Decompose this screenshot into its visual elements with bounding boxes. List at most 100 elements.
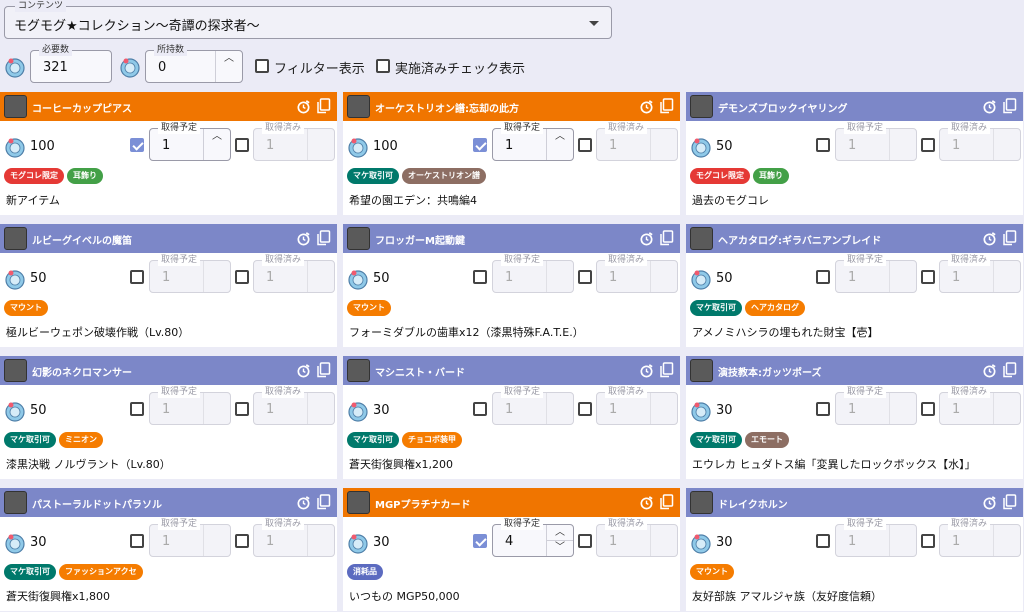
stepper-down-icon[interactable]: [890, 144, 916, 159]
timer-icon[interactable]: [982, 99, 997, 114]
stepper-up-icon[interactable]: [890, 129, 916, 144]
stepper-up-icon[interactable]: ︿: [547, 129, 573, 144]
timer-icon[interactable]: [639, 495, 654, 510]
stepper-up-icon[interactable]: [204, 393, 230, 408]
item-source: フォーミダブルの歯車x12（漆黒特殊F.A.T.E.）: [349, 326, 584, 339]
timer-icon[interactable]: [639, 99, 654, 114]
stepper-down-icon[interactable]: [547, 408, 573, 423]
copy-icon[interactable]: [316, 494, 331, 510]
copy-icon[interactable]: [659, 230, 674, 246]
done-checkbox[interactable]: [235, 534, 249, 548]
planned-checkbox[interactable]: [816, 534, 830, 548]
copy-icon[interactable]: [316, 362, 331, 378]
done-checkbox[interactable]: [235, 138, 249, 152]
filter-display-label[interactable]: フィルター表示: [274, 58, 365, 77]
done-check-display-label[interactable]: 実施済みチェック表示: [395, 58, 525, 77]
planned-quantity-stepper[interactable]: [889, 129, 916, 160]
timer-icon[interactable]: [296, 495, 311, 510]
stepper-up-icon[interactable]: [890, 393, 916, 408]
planned-checkbox[interactable]: [130, 138, 144, 152]
copy-icon[interactable]: [659, 494, 674, 510]
copy-icon[interactable]: [659, 98, 674, 114]
stepper-up-icon[interactable]: [204, 261, 230, 276]
done-check-display-checkbox[interactable]: [376, 59, 390, 73]
copy-icon[interactable]: [1002, 362, 1017, 378]
copy-icon[interactable]: [1002, 494, 1017, 510]
planned-checkbox[interactable]: [816, 270, 830, 284]
done-checkbox[interactable]: [921, 138, 935, 152]
timer-icon[interactable]: [296, 99, 311, 114]
stepper-down-icon[interactable]: [204, 144, 230, 159]
stepper-down-icon[interactable]: [204, 408, 230, 423]
done-checkbox[interactable]: [578, 138, 592, 152]
stepper-down-icon[interactable]: [890, 408, 916, 423]
timer-icon[interactable]: [639, 363, 654, 378]
timer-icon[interactable]: [982, 495, 997, 510]
planned-checkbox[interactable]: [473, 270, 487, 284]
planned-quantity-stepper[interactable]: [203, 261, 230, 292]
timer-icon[interactable]: [639, 231, 654, 246]
stepper-up-icon[interactable]: ︿: [547, 525, 573, 540]
stepper-up-icon[interactable]: [890, 261, 916, 276]
filter-display-checkbox[interactable]: [255, 59, 269, 73]
planned-quantity-stepper[interactable]: ︿: [546, 129, 573, 160]
planned-quantity-stepper[interactable]: ︿ ﹀: [546, 525, 573, 556]
done-checkbox[interactable]: [921, 402, 935, 416]
done-checkbox[interactable]: [921, 270, 935, 284]
planned-checkbox[interactable]: [130, 270, 144, 284]
owned-count-field[interactable]: 所持数 0 ︿: [145, 44, 243, 83]
content-select[interactable]: コンテンツ モグモグ★コレクション～奇譚の探求者～: [4, 0, 612, 39]
copy-icon[interactable]: [316, 230, 331, 246]
stepper-down-icon[interactable]: ﹀: [547, 540, 573, 555]
done-checkbox[interactable]: [235, 402, 249, 416]
stepper-down-icon[interactable]: [204, 540, 230, 555]
tag-badge: オーケストリオン譜: [402, 168, 486, 184]
planned-quantity-field[interactable]: 取得予定 1 ︿: [149, 122, 231, 161]
planned-quantity-field[interactable]: 取得予定 4 ︿ ﹀: [492, 518, 574, 557]
planned-quantity-stepper[interactable]: [889, 525, 916, 556]
done-checkbox[interactable]: [578, 402, 592, 416]
stepper-up-icon[interactable]: [547, 261, 573, 276]
timer-icon[interactable]: [982, 231, 997, 246]
planned-quantity-stepper[interactable]: [889, 393, 916, 424]
planned-checkbox[interactable]: [816, 138, 830, 152]
stepper-down-icon[interactable]: [890, 540, 916, 555]
timer-icon[interactable]: [296, 363, 311, 378]
planned-quantity-stepper[interactable]: [203, 525, 230, 556]
timer-icon[interactable]: [296, 231, 311, 246]
copy-icon[interactable]: [316, 98, 331, 114]
planned-quantity-stepper[interactable]: [546, 261, 573, 292]
timer-icon[interactable]: [982, 363, 997, 378]
planned-checkbox[interactable]: [816, 402, 830, 416]
done-checkbox[interactable]: [578, 534, 592, 548]
copy-icon[interactable]: [1002, 98, 1017, 114]
stepper-up-icon[interactable]: ︿: [204, 129, 230, 144]
stepper-up-icon[interactable]: ︿: [216, 51, 242, 66]
planned-checkbox[interactable]: [473, 534, 487, 548]
done-checkbox[interactable]: [921, 534, 935, 548]
required-count-field[interactable]: 必要数 321: [30, 44, 112, 83]
copy-icon[interactable]: [659, 362, 674, 378]
stepper-up-icon[interactable]: [547, 393, 573, 408]
stepper-down-icon[interactable]: [890, 276, 916, 291]
planned-quantity-stepper[interactable]: [546, 393, 573, 424]
planned-checkbox[interactable]: [473, 138, 487, 152]
planned-quantity-stepper[interactable]: [203, 393, 230, 424]
planned-checkbox[interactable]: [130, 402, 144, 416]
planned-quantity-stepper[interactable]: ︿: [203, 129, 230, 160]
planned-quantity-field[interactable]: 取得予定 1 ︿: [492, 122, 574, 161]
done-checkbox[interactable]: [235, 270, 249, 284]
planned-quantity-stepper[interactable]: [889, 261, 916, 292]
done-checkbox[interactable]: [578, 270, 592, 284]
copy-icon[interactable]: [1002, 230, 1017, 246]
planned-checkbox[interactable]: [130, 534, 144, 548]
owned-count-stepper[interactable]: ︿: [215, 51, 242, 82]
planned-checkbox[interactable]: [473, 402, 487, 416]
stepper-up-icon[interactable]: [204, 525, 230, 540]
stepper-down-icon[interactable]: [547, 144, 573, 159]
stepper-down-icon[interactable]: [547, 276, 573, 291]
stepper-up-icon[interactable]: [890, 525, 916, 540]
item-cost: 100: [373, 139, 398, 154]
chevron-down-icon[interactable]: [589, 21, 599, 26]
stepper-down-icon[interactable]: [204, 276, 230, 291]
